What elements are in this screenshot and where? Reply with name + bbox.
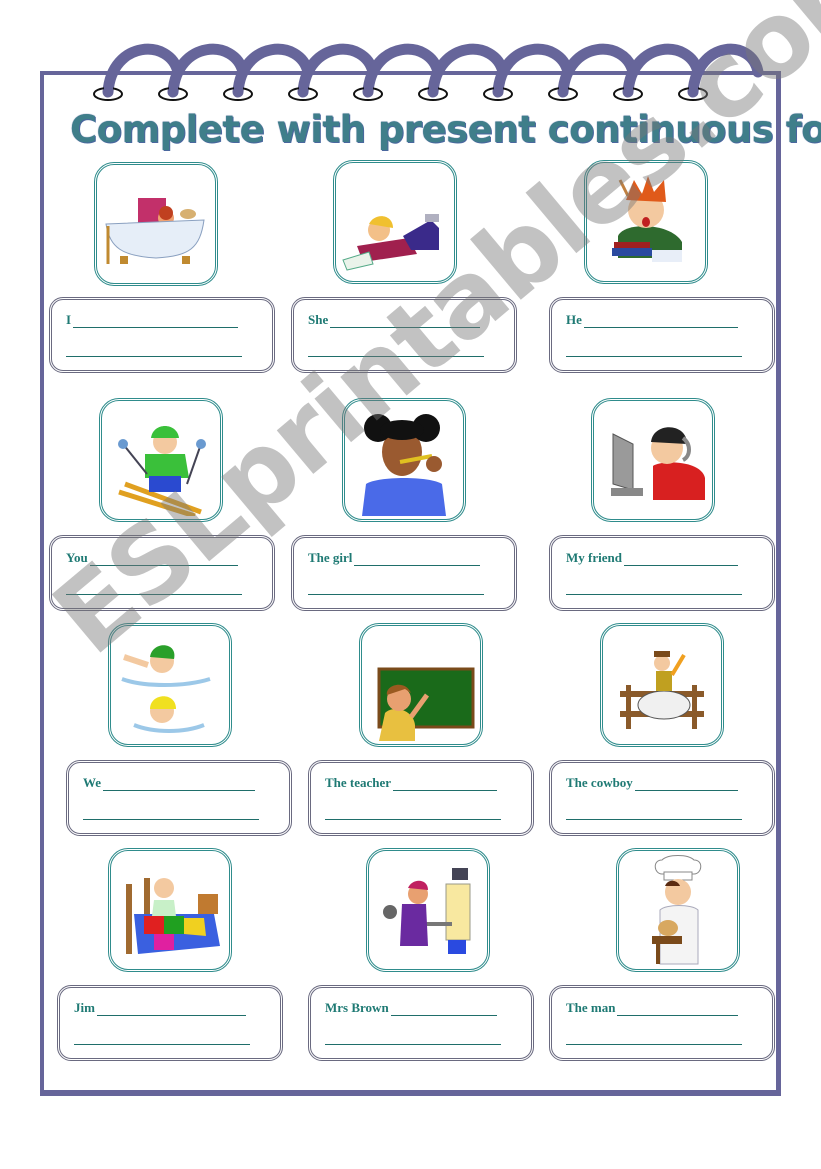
boy-studying-icon: [612, 176, 682, 262]
answer-box[interactable]: The man: [549, 985, 775, 1061]
girl-brushing-teeth-icon: [362, 414, 446, 516]
kids-swimming-icon: [121, 645, 211, 733]
cowboy-horse-icon: [620, 651, 704, 729]
answer-blank[interactable]: [89, 551, 238, 566]
answer-blank[interactable]: [634, 776, 738, 791]
boy-waking-up-icon: [126, 878, 220, 954]
teacher-blackboard-icon: [377, 667, 475, 741]
answer-box[interactable]: She: [291, 297, 517, 373]
answer-blank[interactable]: [623, 551, 738, 566]
answer-blank-second-line[interactable]: [325, 1044, 501, 1045]
picture-frame: [366, 848, 490, 972]
picture-frame: [584, 160, 708, 284]
picture-frame: [99, 398, 223, 522]
picture-frame: [342, 398, 466, 522]
answer-box[interactable]: We: [66, 760, 292, 836]
answer-blank-second-line[interactable]: [325, 819, 501, 820]
answer-blank-second-line[interactable]: [566, 356, 742, 357]
boy-computer-icon: [611, 427, 705, 500]
answer-blank[interactable]: [583, 313, 738, 328]
answer-blank-second-line[interactable]: [66, 356, 242, 357]
answer-blank-second-line[interactable]: [74, 1044, 250, 1045]
answer-blank-second-line[interactable]: [566, 1044, 742, 1045]
answer-blank[interactable]: [73, 313, 238, 328]
woman-ironing-icon: [383, 868, 471, 954]
subject-label: The cowboy: [566, 775, 633, 790]
answer-box[interactable]: My friend: [549, 535, 775, 611]
chef-icon: [652, 855, 702, 965]
answer-blank[interactable]: [390, 1001, 497, 1016]
answer-box[interactable]: The girl: [291, 535, 517, 611]
picture-frame: [591, 398, 715, 522]
subject-label: The teacher: [325, 775, 392, 790]
skier-icon: [118, 426, 206, 516]
subject-label: Jim: [74, 1000, 95, 1015]
answer-box[interactable]: Jim: [57, 985, 283, 1061]
answer-box[interactable]: You: [49, 535, 275, 611]
subject-label: My friend: [566, 550, 622, 565]
subject-label: He: [566, 312, 582, 327]
answer-blank[interactable]: [103, 776, 255, 791]
answer-blank[interactable]: [393, 776, 497, 791]
picture-frame: [94, 162, 218, 286]
picture-frame: [600, 623, 724, 747]
answer-blank[interactable]: [354, 551, 480, 566]
answer-box[interactable]: The cowboy: [549, 760, 775, 836]
subject-label: I: [66, 312, 72, 327]
answer-box[interactable]: I: [49, 297, 275, 373]
girl-reading-icon: [342, 214, 439, 271]
subject-label: Mrs Brown: [325, 1000, 389, 1015]
answer-box[interactable]: He: [549, 297, 775, 373]
answer-blank-second-line[interactable]: [566, 594, 742, 595]
answer-blank[interactable]: [96, 1001, 246, 1016]
picture-frame: [333, 160, 457, 284]
subject-label: You: [66, 550, 88, 565]
answer-blank[interactable]: [330, 313, 480, 328]
answer-box[interactable]: Mrs Brown: [308, 985, 534, 1061]
picture-frame: [616, 848, 740, 972]
answer-blank-second-line[interactable]: [308, 356, 484, 357]
answer-blank-second-line[interactable]: [66, 594, 242, 595]
picture-frame: [108, 623, 232, 747]
picture-frame: [359, 623, 483, 747]
subject-label: We: [83, 775, 102, 790]
answer-box[interactable]: The teacher: [308, 760, 534, 836]
worksheet-title: Complete with present continuous forms.: [70, 108, 821, 151]
subject-label: She: [308, 312, 329, 327]
subject-label: The girl: [308, 550, 353, 565]
subject-label: The man: [566, 1000, 616, 1015]
answer-blank-second-line[interactable]: [308, 594, 484, 595]
answer-blank-second-line[interactable]: [83, 819, 259, 820]
answer-blank-second-line[interactable]: [566, 819, 742, 820]
picture-frame: [108, 848, 232, 972]
bathtub-icon: [105, 198, 205, 264]
answer-blank[interactable]: [617, 1001, 738, 1016]
